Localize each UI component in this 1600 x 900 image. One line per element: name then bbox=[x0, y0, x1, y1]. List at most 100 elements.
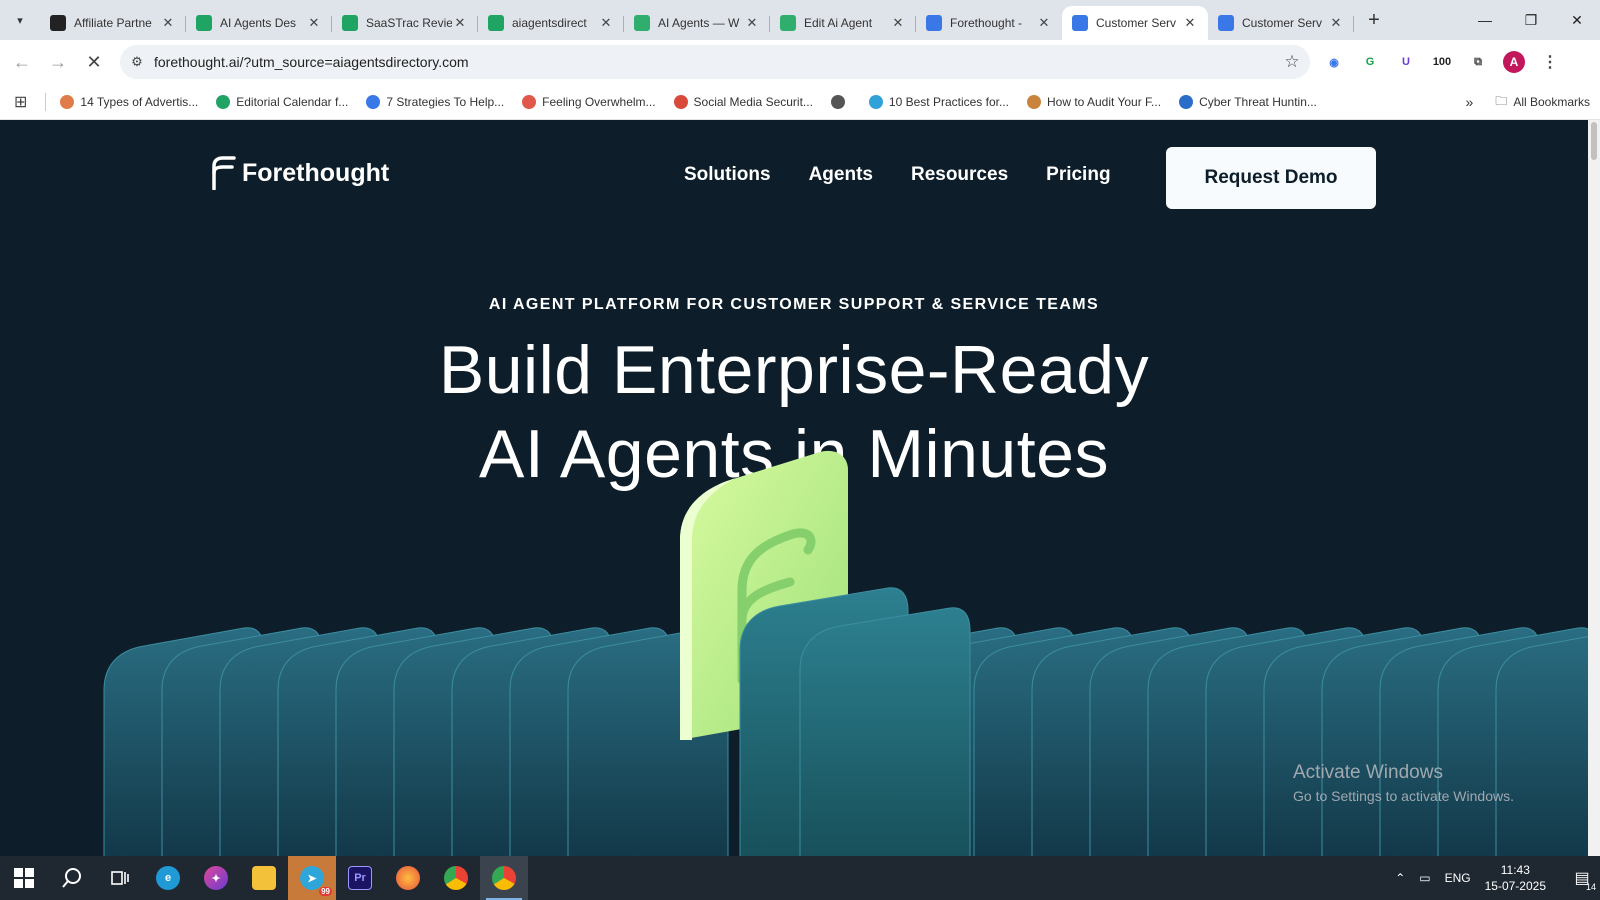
bookmark-item[interactable]: Social Media Securit... bbox=[673, 94, 813, 109]
site-logo[interactable]: Forethought bbox=[210, 156, 389, 190]
menu-resources[interactable]: Resources bbox=[911, 164, 1008, 186]
close-tab-icon[interactable]: ✕ bbox=[452, 15, 468, 31]
close-tab-icon[interactable]: ✕ bbox=[744, 15, 760, 31]
bookmark-label: Editorial Calendar f... bbox=[236, 94, 349, 109]
notifications-button[interactable]: ▤ 14 bbox=[1564, 856, 1600, 900]
tab[interactable]: AI Agents Des ✕ bbox=[186, 6, 332, 40]
chevron-down-icon: ▾ bbox=[17, 14, 23, 27]
bookmark-label: Social Media Securit... bbox=[693, 94, 813, 109]
sheets-icon bbox=[196, 15, 212, 31]
folder-icon: 🗀 bbox=[1495, 93, 1508, 108]
close-tab-icon[interactable]: ✕ bbox=[1182, 15, 1198, 31]
tab[interactable]: Customer Serv ✕ bbox=[1208, 6, 1354, 40]
restore-button[interactable]: ❐ bbox=[1508, 0, 1554, 40]
bookmark-favicon-icon bbox=[366, 94, 381, 109]
edge-app[interactable]: e bbox=[144, 856, 192, 900]
taskbar-search-button[interactable] bbox=[48, 856, 96, 900]
minimize-icon: — bbox=[1478, 12, 1492, 28]
request-demo-button[interactable]: Request Demo bbox=[1166, 147, 1376, 209]
close-tab-icon[interactable]: ✕ bbox=[890, 15, 906, 31]
close-tab-icon[interactable]: ✕ bbox=[1328, 15, 1344, 31]
kebab-menu-icon[interactable]: ⋮ bbox=[1536, 48, 1564, 76]
url-text[interactable]: forethought.ai/?utm_source=aiagentsdirec… bbox=[154, 54, 1274, 70]
address-bar[interactable]: ⚙ forethought.ai/?utm_source=aiagentsdir… bbox=[120, 45, 1310, 79]
file-explorer-app[interactable] bbox=[240, 856, 288, 900]
all-bookmarks-link[interactable]: All Bookmarks bbox=[1513, 95, 1590, 109]
menu-pricing[interactable]: Pricing bbox=[1046, 164, 1110, 186]
tab-list: Affiliate Partne ✕ AI Agents Des ✕ SaaSTrac … bbox=[40, 0, 1354, 40]
close-tab-icon[interactable]: ✕ bbox=[598, 15, 614, 31]
arrow-right-icon: → bbox=[49, 51, 67, 72]
close-icon: ✕ bbox=[86, 51, 102, 72]
puzzle-icon[interactable]: ⧉ bbox=[1464, 48, 1492, 76]
restore-icon: ❐ bbox=[1524, 11, 1538, 28]
task-view-button[interactable] bbox=[96, 856, 144, 900]
bookmark-item[interactable]: 14 Types of Advertis... bbox=[60, 94, 198, 109]
firefox-app[interactable] bbox=[384, 856, 432, 900]
bookmark-item[interactable]: 7 Strategies To Help... bbox=[366, 94, 504, 109]
bookmark-item[interactable]: Editorial Calendar f... bbox=[216, 94, 349, 109]
language-indicator[interactable]: ENG bbox=[1445, 871, 1471, 885]
tab[interactable]: Edit Ai Agent ✕ bbox=[770, 6, 916, 40]
tab[interactable]: AI Agents — W ✕ bbox=[624, 6, 770, 40]
scrollbar-thumb[interactable] bbox=[1591, 122, 1597, 160]
bookmark-label: How to Audit Your F... bbox=[1046, 94, 1162, 109]
chrome-app[interactable] bbox=[432, 856, 480, 900]
tab[interactable]: Customer Serv ✕ bbox=[1062, 6, 1208, 40]
chrome-profile-app[interactable] bbox=[480, 856, 528, 900]
bookmark-star-icon[interactable]: ☆ bbox=[1274, 52, 1310, 72]
bookmarks-bar: ⊞ 14 Types of Advertis... Editorial Calen… bbox=[0, 84, 1600, 120]
chevron-up-icon[interactable]: ⌃ bbox=[1395, 871, 1405, 885]
profile-button[interactable]: A bbox=[1500, 48, 1528, 76]
start-button[interactable] bbox=[0, 856, 48, 900]
page-scrollbar[interactable] bbox=[1588, 120, 1600, 856]
firefox-icon bbox=[396, 866, 420, 890]
bookmark-favicon-icon bbox=[830, 94, 845, 109]
chrome-profile-icon bbox=[492, 866, 516, 890]
site-info-icon[interactable]: ⚙ bbox=[120, 54, 154, 70]
bookmark-item[interactable]: Feeling Overwhelm... bbox=[522, 94, 656, 109]
watermark-subtitle: Go to Settings to activate Windows. bbox=[1293, 788, 1514, 804]
close-tab-icon[interactable]: ✕ bbox=[306, 15, 322, 31]
telegram-app[interactable]: ➤ 99 bbox=[288, 856, 336, 900]
bookmark-item[interactable]: How to Audit Your F... bbox=[1026, 94, 1162, 109]
tab-search-button[interactable]: ▾ bbox=[6, 6, 34, 34]
new-tab-button[interactable]: + bbox=[1360, 6, 1388, 34]
extension-100-icon[interactable]: 100 bbox=[1428, 48, 1456, 76]
tab[interactable]: aiagentsdirect ✕ bbox=[478, 6, 624, 40]
menu-agents[interactable]: Agents bbox=[809, 164, 873, 186]
copilot-app[interactable]: ✦ bbox=[192, 856, 240, 900]
chevron-double-right-icon[interactable]: » bbox=[1466, 94, 1474, 110]
stop-loading-button[interactable]: ✕ bbox=[76, 44, 112, 80]
bookmark-item[interactable]: Cyber Threat Huntin... bbox=[1179, 94, 1317, 109]
extension-globe-icon[interactable]: ◉ bbox=[1320, 48, 1348, 76]
forward-button[interactable]: → bbox=[40, 44, 76, 80]
tab-strip: ▾ Affiliate Partne ✕ AI Agents Des ✕ SaaSTra… bbox=[0, 0, 1600, 40]
clock[interactable]: 11:43 15-07-2025 bbox=[1485, 862, 1546, 894]
close-tab-icon[interactable]: ✕ bbox=[1036, 15, 1052, 31]
extension-u-icon[interactable]: U bbox=[1392, 48, 1420, 76]
panel-shape bbox=[799, 607, 971, 856]
apps-grid-icon[interactable]: ⊞ bbox=[14, 92, 27, 112]
close-window-button[interactable]: ✕ bbox=[1554, 0, 1600, 40]
clock-date: 15-07-2025 bbox=[1484, 879, 1546, 893]
bookmark-label: 10 Best Practices for... bbox=[888, 94, 1009, 109]
tab[interactable]: SaaSTrac Revie ✕ bbox=[332, 6, 478, 40]
file-explorer-icon bbox=[252, 866, 276, 890]
tab-title: Customer Serv bbox=[1096, 16, 1177, 30]
grammarly-icon[interactable]: G bbox=[1356, 48, 1384, 76]
panel-shape bbox=[1495, 636, 1588, 856]
close-tab-icon[interactable]: ✕ bbox=[160, 15, 176, 31]
bookmark-item[interactable]: 10 Best Practices for... bbox=[868, 94, 1009, 109]
avatar: A bbox=[1503, 51, 1525, 73]
bookmark-item[interactable] bbox=[830, 94, 851, 109]
forethought-icon bbox=[1072, 15, 1088, 31]
network-icon[interactable]: ▭ bbox=[1419, 871, 1430, 885]
browser-toolbar: ← → ✕ ⚙ forethought.ai/?utm_source=aiage… bbox=[0, 40, 1600, 84]
back-button[interactable]: ← bbox=[4, 44, 40, 80]
menu-solutions[interactable]: Solutions bbox=[684, 164, 771, 186]
tab[interactable]: Affiliate Partne ✕ bbox=[40, 6, 186, 40]
minimize-button[interactable]: — bbox=[1462, 0, 1508, 40]
tab[interactable]: Forethought - ✕ bbox=[916, 6, 1062, 40]
premiere-app[interactable]: Pr bbox=[336, 856, 384, 900]
